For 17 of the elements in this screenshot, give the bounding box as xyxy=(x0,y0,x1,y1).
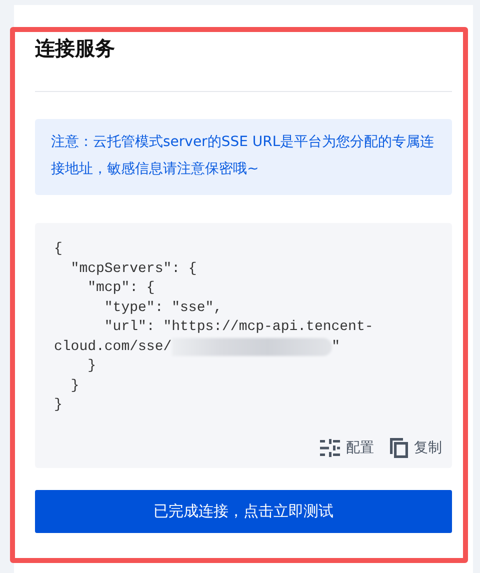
code-line: "url": "https://mcp-api.tencent- xyxy=(103,318,374,337)
notice-text: 注意：云托管模式server的SSE URL是平台为您分配的专属连接地址，敏感信息请注意保密哦~ xyxy=(51,133,436,179)
copy-icon xyxy=(390,438,408,458)
code-line: "mcpServers": { xyxy=(70,260,197,278)
config-button[interactable]: 配置 xyxy=(320,438,374,458)
code-line: } xyxy=(86,357,96,376)
code-line: { xyxy=(54,240,62,259)
sliders-icon xyxy=(320,438,340,456)
section-title: 连接服务 xyxy=(35,35,116,61)
code-line: cloud.com/sse/ xyxy=(54,338,172,356)
code-line: } xyxy=(54,396,62,415)
code-line: "type": "sse", xyxy=(103,298,222,318)
code-quote: " xyxy=(332,338,340,356)
code-line: } xyxy=(70,376,80,396)
code-line: "mcp": { xyxy=(86,279,155,298)
copy-button[interactable]: 复制 xyxy=(390,438,442,458)
test-connection-button[interactable]: 已完成连接，点击立即测试 xyxy=(35,490,452,532)
